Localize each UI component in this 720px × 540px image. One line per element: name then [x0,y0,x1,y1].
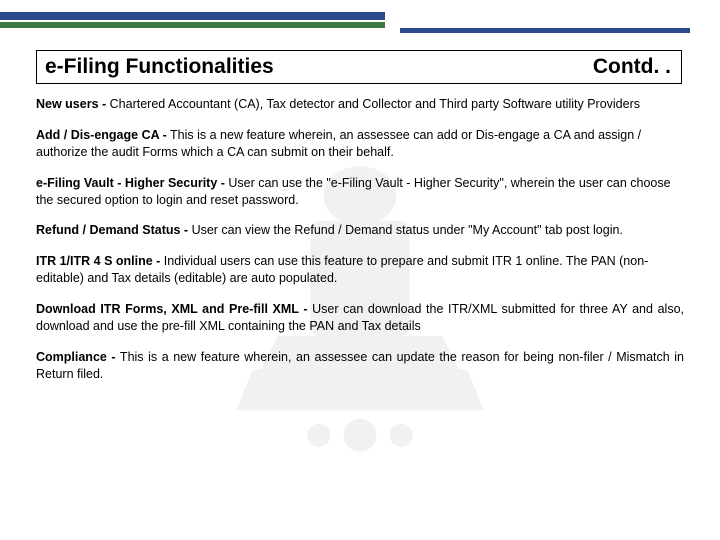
bar-green [0,22,385,28]
item-label: Add / Dis-engage CA - [36,128,167,142]
body-item: Refund / Demand Status - User can view t… [36,222,684,239]
body-item: New users - Chartered Accountant (CA), T… [36,96,684,113]
content-area: New users - Chartered Accountant (CA), T… [36,96,684,397]
item-label: New users - [36,97,106,111]
body-item: ITR 1/ITR 4 S online - Individual users … [36,253,684,287]
body-item: e-Filing Vault - Higher Security - User … [36,175,684,209]
bar-blue [0,12,385,20]
bar-right [400,28,690,33]
item-text: User can view the Refund / Demand status… [188,223,623,237]
item-label: ITR 1/ITR 4 S online - [36,254,160,268]
item-label: Download ITR Forms, XML and Pre-fill XML… [36,302,308,316]
item-label: e-Filing Vault - Higher Security - [36,176,225,190]
item-label: Compliance - [36,350,116,364]
page-title: e-Filing Functionalities [45,55,274,79]
title-box: e-Filing Functionalities Contd. . [36,50,682,84]
decorative-top-bars [0,0,720,40]
body-item: Compliance - This is a new feature where… [36,349,684,383]
item-label: Refund / Demand Status - [36,223,188,237]
item-text: This is a new feature wherein, an assess… [36,350,684,381]
body-item: Download ITR Forms, XML and Pre-fill XML… [36,301,684,335]
page-contd: Contd. . [593,55,671,79]
body-item: Add / Dis-engage CA - This is a new feat… [36,127,684,161]
item-text: Chartered Accountant (CA), Tax detector … [106,97,640,111]
